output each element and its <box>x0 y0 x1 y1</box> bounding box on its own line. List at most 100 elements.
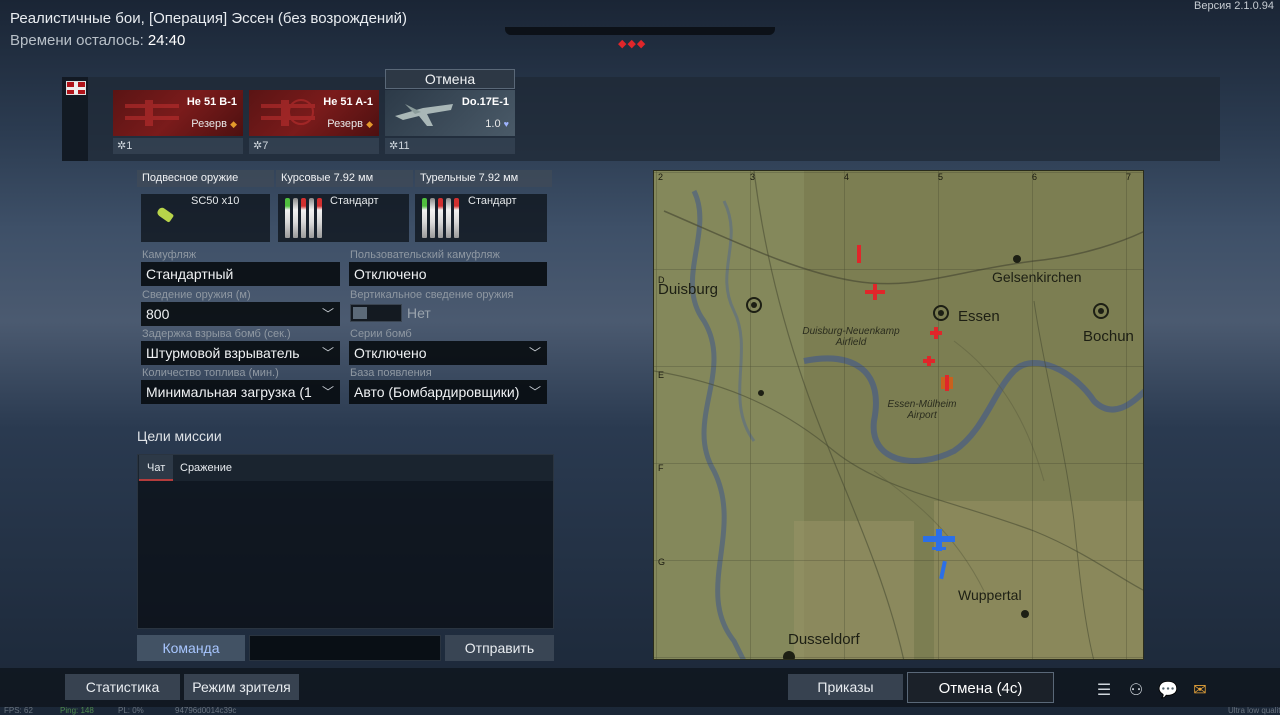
grid-number: 3 <box>750 172 756 182</box>
enemy-bomber-icon <box>941 375 953 391</box>
suspended-weapon-header: Подвесное оружие <box>137 170 274 187</box>
bomber-icon <box>395 104 453 126</box>
ping-readout: Ping: 148 <box>60 706 94 715</box>
cancel-tab[interactable]: Отмена <box>385 69 515 89</box>
tab-chat[interactable]: Чат <box>139 455 174 481</box>
capture-markers: ◆◆◆ <box>618 38 647 50</box>
bullet-icon <box>301 198 306 238</box>
time-left-label: Времени осталось: <box>10 32 144 49</box>
grid-letter: E <box>658 370 665 380</box>
session-id: 94796d0014c39c <box>175 706 237 715</box>
squad-icon[interactable]: ⚇ <box>1125 681 1147 701</box>
grid-number: 7 <box>1126 172 1132 182</box>
user-camo-field[interactable]: Отключено <box>349 262 547 286</box>
vehicle-status: Резерв ◆ <box>191 118 237 130</box>
user-camo-label: Пользовательский камуфляж <box>350 249 500 261</box>
spectator-mode-button[interactable]: Режим зрителя <box>184 674 299 700</box>
city-label: Dusseldorf <box>788 631 860 648</box>
camouflage-label: Камуфляж <box>142 249 197 261</box>
time-left: Времени осталось: 24:40 <box>10 32 185 49</box>
bomb-series-dropdown[interactable]: Отключено ﹀ <box>349 341 547 365</box>
mission-title: Реалистичные бои, [Операция] Эссен (без … <box>10 10 407 27</box>
crew-count: ✲11 <box>385 138 515 154</box>
city-label: Essen <box>958 308 1000 325</box>
tab-battle[interactable]: Сражение <box>172 455 240 481</box>
vehicle-status: 1.0 ♥ <box>485 118 509 130</box>
vertical-convergence-toggle[interactable] <box>350 304 402 322</box>
grid-number: 5 <box>938 172 944 182</box>
city-label: Duisburg <box>658 281 719 298</box>
chevron-down-icon: ﹀ <box>528 346 541 360</box>
grid-number: 6 <box>1032 172 1038 182</box>
fuel-dropdown[interactable]: Минимальная загрузка (1 ﹀ <box>141 380 340 404</box>
statistics-button[interactable]: Статистика <box>65 674 180 700</box>
weapon-value: SC50 x10 <box>191 195 240 207</box>
bullet-icon <box>430 198 435 238</box>
team-channel-button[interactable]: Команда <box>137 635 245 661</box>
convergence-label: Сведение оружия (м) <box>142 289 251 301</box>
turret-weapon-header: Турельные 7.92 мм <box>415 170 552 187</box>
rank-heart-icon: ♥ <box>503 119 509 129</box>
weapon-value: Стандарт <box>330 195 379 207</box>
mission-goals-heading: Цели миссии <box>137 428 222 444</box>
tactical-map[interactable]: 2 3 4 5 6 7 D E F G Duisburg Essen Gelse… <box>653 170 1144 660</box>
bullet-icon <box>446 198 451 238</box>
chat-input[interactable] <box>249 635 441 661</box>
reserve-dot-icon: ◆ <box>366 119 373 129</box>
spawn-base-label: База появления <box>350 367 432 379</box>
cancel-button[interactable]: Отмена (4с) <box>907 672 1054 703</box>
biplane-icon <box>125 100 179 126</box>
orders-button[interactable]: Приказы <box>788 674 903 700</box>
bomb-delay-dropdown[interactable]: Штурмовой взрыватель ﹀ <box>141 341 340 365</box>
city-label: Gelsenkirchen <box>992 269 1082 285</box>
weapon-value: Стандарт <box>468 195 517 207</box>
grid-number: 4 <box>844 172 850 182</box>
time-left-value: 24:40 <box>147 32 186 49</box>
chat-bubble-icon[interactable]: 💬 <box>1157 681 1179 701</box>
crew-count: ✲1 <box>113 138 243 154</box>
chevron-down-icon: ﹀ <box>528 385 541 399</box>
convergence-dropdown[interactable]: 800 ﹀ <box>141 302 340 326</box>
vehicle-status: Резерв ◆ <box>327 118 373 130</box>
suspended-weapon-selector[interactable]: SC50 x10 <box>141 194 270 242</box>
list-icon[interactable]: ☰ <box>1093 681 1115 701</box>
vehicle-slot-he51a1[interactable]: He 51 A-1 Резерв ◆ <box>249 90 379 136</box>
bullet-icon <box>454 198 459 238</box>
grid-letter: G <box>658 557 666 567</box>
turret-weapon-selector[interactable]: Стандарт <box>415 194 547 242</box>
score-bar <box>505 27 775 35</box>
vehicle-name: He 51 B-1 <box>186 96 237 108</box>
reserve-dot-icon: ◆ <box>230 119 237 129</box>
vehicle-name: Do.17E-1 <box>461 96 509 108</box>
vertical-convergence-label: Вертикальное сведение оружия <box>350 289 514 301</box>
germany-flag-icon <box>66 81 86 95</box>
spawn-base-dropdown[interactable]: Авто (Бомбардировщики) ﹀ <box>349 380 547 404</box>
packet-loss-readout: PL: 0% <box>118 706 144 715</box>
vehicle-slot-he51b1[interactable]: He 51 B-1 Резерв ◆ <box>113 90 243 136</box>
course-weapon-header: Курсовые 7.92 мм <box>276 170 413 187</box>
biplane-icon <box>261 99 315 126</box>
chevron-down-icon: ﹀ <box>321 307 334 321</box>
bomb-series-label: Серии бомб <box>350 328 412 340</box>
vehicle-name: He 51 A-1 <box>323 96 373 108</box>
bullet-icon <box>317 198 322 238</box>
grid-number: 2 <box>658 172 664 182</box>
airfield-label: Duisburg-Neuenkamp Airfield <box>802 326 900 348</box>
fuel-label: Количество топлива (мин.) <box>142 367 279 379</box>
send-button[interactable]: Отправить <box>445 635 554 661</box>
chevron-down-icon: ﹀ <box>321 346 334 360</box>
debug-footer: FPS: 62 Ping: 148 PL: 0% 94796d0014c39c … <box>0 707 1280 715</box>
city-label: Bochun <box>1083 328 1134 345</box>
version-label: Версия 2.1.0.94 <box>1194 0 1274 12</box>
course-weapon-selector[interactable]: Стандарт <box>278 194 409 242</box>
bomb-icon <box>155 206 175 223</box>
bomb-delay-label: Задержка взрыва бомб (сек.) <box>142 328 291 340</box>
crew-count: ✲7 <box>249 138 379 154</box>
quality-label: Ultra low quality <box>1228 706 1280 715</box>
vehicle-slot-do17e1[interactable]: Do.17E-1 1.0 ♥ <box>385 90 515 136</box>
mail-icon[interactable]: ✉ <box>1189 681 1211 701</box>
airfield-label: Essen-Mülheim Airport <box>887 399 957 421</box>
vertical-convergence-value: Нет <box>407 305 431 321</box>
bullet-icon <box>422 198 427 238</box>
camouflage-field[interactable]: Стандартный <box>141 262 340 286</box>
